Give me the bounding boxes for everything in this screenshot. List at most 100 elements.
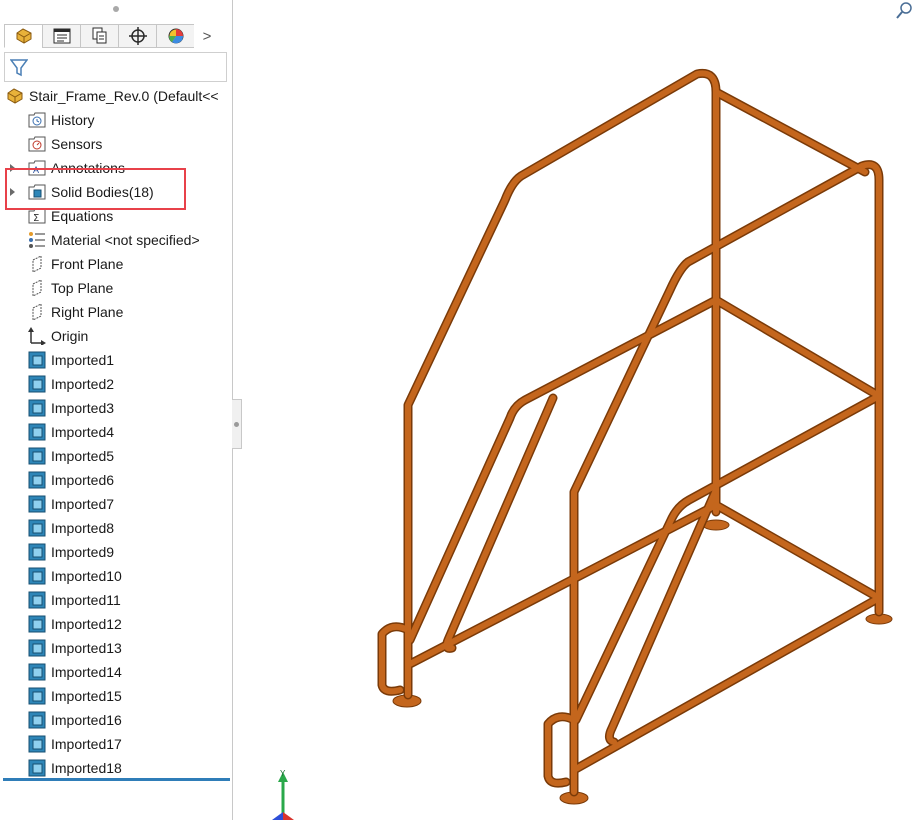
imported-body-icon bbox=[28, 351, 51, 369]
tree-item-label: Top Plane bbox=[51, 280, 114, 296]
tree-filter-field[interactable] bbox=[4, 52, 227, 82]
imported-body-icon bbox=[28, 495, 51, 513]
svg-text:Σ: Σ bbox=[33, 213, 39, 224]
zoom-magnifier-icon[interactable] bbox=[896, 2, 912, 20]
tree-item-label: Imported8 bbox=[51, 520, 115, 536]
imported-body-icon bbox=[28, 687, 51, 705]
imported-body-icon bbox=[28, 663, 51, 681]
solid-bodies-highlight-box bbox=[5, 168, 186, 210]
sensors-icon bbox=[28, 135, 51, 153]
imported-body-icon bbox=[28, 399, 51, 417]
feature-manager-tabs: > bbox=[4, 24, 229, 50]
tree-item-label: Imported3 bbox=[51, 400, 115, 416]
tree-item-label: Material <not specified> bbox=[51, 232, 200, 248]
tree-item-label: Imported13 bbox=[51, 640, 122, 656]
plane-icon bbox=[28, 279, 51, 297]
featuremanager-tab-icon bbox=[16, 28, 31, 44]
tree-item-label: Imported14 bbox=[51, 664, 122, 680]
tree-item-imported9[interactable]: Imported9 bbox=[28, 540, 114, 564]
tree-item-imported2[interactable]: Imported2 bbox=[28, 372, 114, 396]
origin-icon bbox=[28, 327, 51, 345]
tree-item-label: Imported17 bbox=[51, 736, 122, 752]
featuremanager-tab[interactable] bbox=[4, 24, 42, 48]
tree-item-label: Front Plane bbox=[51, 256, 124, 272]
tree-item-imported14[interactable]: Imported14 bbox=[28, 660, 122, 684]
tree-item-sensors[interactable]: Sensors bbox=[28, 132, 102, 156]
graphics-area[interactable] bbox=[243, 0, 912, 820]
imported-body-icon bbox=[28, 591, 51, 609]
dimxpert-tab-icon bbox=[128, 27, 147, 45]
tree-item-imported5[interactable]: Imported5 bbox=[28, 444, 114, 468]
tree-item-imported6[interactable]: Imported6 bbox=[28, 468, 114, 492]
svg-text:Y: Y bbox=[280, 769, 286, 778]
tree-item-imported1[interactable]: Imported1 bbox=[28, 348, 114, 372]
tree-item-top-plane[interactable]: Top Plane bbox=[28, 276, 113, 300]
tree-item-label: Imported4 bbox=[51, 424, 115, 440]
imported-body-icon bbox=[28, 375, 51, 393]
dimxpert-tab[interactable] bbox=[118, 24, 156, 48]
tree-item-label: Imported6 bbox=[51, 472, 115, 488]
stair-frame-model[interactable] bbox=[243, 0, 912, 820]
imported-body-icon bbox=[28, 711, 51, 729]
tree-item-label: Imported10 bbox=[51, 568, 122, 584]
display-manager-tab[interactable] bbox=[156, 24, 194, 48]
tree-item-label: Imported5 bbox=[51, 448, 115, 464]
tree-item-front-plane[interactable]: Front Plane bbox=[28, 252, 123, 276]
rollback-bar[interactable] bbox=[3, 778, 230, 781]
tree-item-label: Imported9 bbox=[51, 544, 115, 560]
imported-body-icon bbox=[28, 447, 51, 465]
tree-item-imported3[interactable]: Imported3 bbox=[28, 396, 114, 420]
tree-item-imported4[interactable]: Imported4 bbox=[28, 420, 114, 444]
part-icon bbox=[6, 87, 29, 105]
tree-item-history[interactable]: History bbox=[28, 108, 95, 132]
tree-item-imported18[interactable]: Imported18 bbox=[28, 756, 122, 780]
tree-item-label: Imported2 bbox=[51, 376, 115, 392]
more-tabs-chevron-icon[interactable]: > bbox=[194, 24, 220, 48]
configurationmanager-tab[interactable] bbox=[80, 24, 118, 48]
tree-item-imported17[interactable]: Imported17 bbox=[28, 732, 122, 756]
tree-item-imported12[interactable]: Imported12 bbox=[28, 612, 122, 636]
tree-item-imported8[interactable]: Imported8 bbox=[28, 516, 114, 540]
tree-item-label: Imported1 bbox=[51, 352, 115, 368]
tree-item-label: Stair_Frame_Rev.0 (Default<< bbox=[29, 88, 219, 104]
tree-item-imported13[interactable]: Imported13 bbox=[28, 636, 122, 660]
tree-item-label: Imported15 bbox=[51, 688, 122, 704]
tree-item-label: Sensors bbox=[51, 136, 103, 152]
tree-item-imported16[interactable]: Imported16 bbox=[28, 708, 122, 732]
tree-item-label: Imported12 bbox=[51, 616, 122, 632]
imported-body-icon bbox=[28, 471, 51, 489]
tree-item-label: Imported7 bbox=[51, 496, 115, 512]
tree-item-label: Imported11 bbox=[51, 592, 121, 608]
filter-icon bbox=[10, 59, 28, 77]
tree-item-imported10[interactable]: Imported10 bbox=[28, 564, 122, 588]
tree-item-label: Origin bbox=[51, 328, 89, 344]
panel-splitter-handle[interactable] bbox=[232, 399, 242, 449]
tree-item-material-not-specified[interactable]: Material <not specified> bbox=[28, 228, 200, 252]
configurationmanager-tab-icon bbox=[92, 27, 106, 44]
tree-root-part[interactable]: Stair_Frame_Rev.0 (Default<< bbox=[6, 84, 219, 108]
tree-item-origin[interactable]: Origin bbox=[28, 324, 88, 348]
reference-triad-icon: Y bbox=[272, 769, 294, 820]
tree-item-label: History bbox=[51, 112, 95, 128]
tree-item-label: Equations bbox=[51, 208, 114, 224]
imported-body-icon bbox=[28, 519, 51, 537]
imported-body-icon bbox=[28, 639, 51, 657]
tree-item-right-plane[interactable]: Right Plane bbox=[28, 300, 123, 324]
tree-item-imported15[interactable]: Imported15 bbox=[28, 684, 122, 708]
plane-icon bbox=[28, 303, 51, 321]
display-manager-tab-icon bbox=[168, 28, 183, 44]
imported-body-icon bbox=[28, 735, 51, 753]
plane-icon bbox=[28, 255, 51, 273]
tree-item-imported11[interactable]: Imported11 bbox=[28, 588, 121, 612]
tree-item-imported7[interactable]: Imported7 bbox=[28, 492, 114, 516]
panel-grip-dot[interactable] bbox=[113, 6, 119, 12]
propertymanager-tab-icon bbox=[53, 28, 70, 44]
imported-body-icon bbox=[28, 759, 51, 777]
imported-body-icon bbox=[28, 567, 51, 585]
tree-item-label: Imported18 bbox=[51, 760, 122, 776]
feature-manager-panel: > Stair_Frame_Rev.0 (Default<< History Sen… bbox=[0, 0, 233, 820]
imported-body-icon bbox=[28, 423, 51, 441]
tree-item-label: Right Plane bbox=[51, 304, 124, 320]
propertymanager-tab[interactable] bbox=[42, 24, 80, 48]
imported-body-icon bbox=[28, 543, 51, 561]
